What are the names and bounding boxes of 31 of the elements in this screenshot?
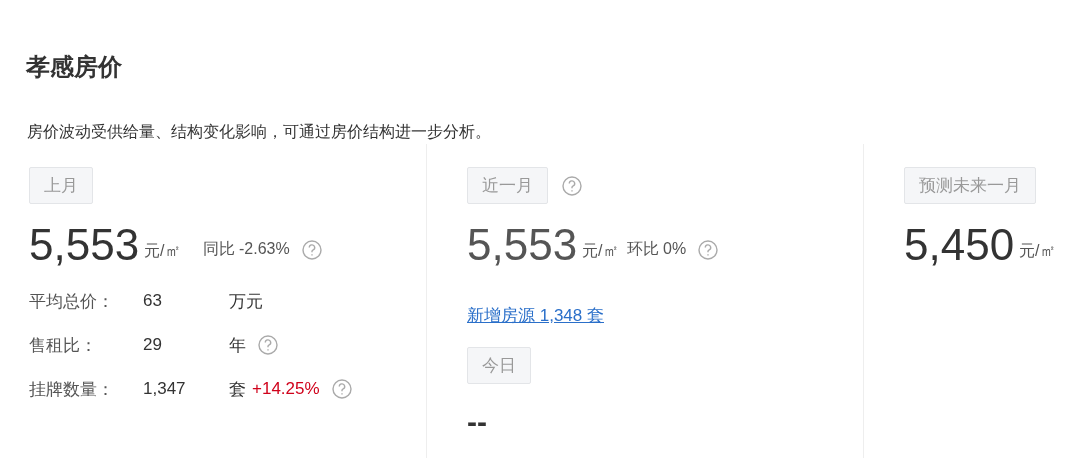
stat-value: 1,347 bbox=[143, 379, 187, 399]
stat-label: 售租比： bbox=[29, 334, 97, 357]
new-listings-link[interactable]: 新增房源 1,348 套 bbox=[467, 304, 604, 327]
trend-value: +14.25% bbox=[252, 379, 320, 399]
help-icon[interactable] bbox=[698, 240, 719, 260]
price-value: 5,450 bbox=[904, 220, 1015, 270]
period-tag[interactable]: 今日 bbox=[467, 347, 531, 384]
price-unit: 元/㎡ bbox=[582, 240, 619, 261]
stat-unit: 年 bbox=[229, 334, 246, 357]
stat-value: 63 bbox=[143, 291, 163, 311]
stat-label: 平均总价： bbox=[29, 290, 114, 313]
period-tag[interactable]: 近一月 bbox=[467, 167, 548, 204]
change-rate: 环比 0% bbox=[626, 239, 687, 259]
price-value: 5,553 bbox=[29, 220, 140, 270]
change-rate: 同比 -2.63% bbox=[202, 239, 290, 259]
description: 房价波动受供给量、结构变化影响，可通过房价结构进一步分析。 bbox=[27, 122, 491, 142]
help-icon[interactable] bbox=[331, 379, 352, 399]
today-value: -- bbox=[467, 404, 487, 440]
stat-value: 29 bbox=[143, 335, 163, 355]
page-title: 孝感房价 bbox=[26, 52, 122, 82]
stat-label: 挂牌数量： bbox=[29, 378, 114, 401]
price-value: 5,553 bbox=[467, 220, 578, 270]
help-icon[interactable] bbox=[258, 335, 278, 355]
stat-unit: 万元 bbox=[229, 290, 263, 313]
period-tag[interactable]: 预测未来一月 bbox=[904, 167, 1036, 204]
stat-unit: 套 bbox=[229, 378, 246, 401]
help-icon[interactable] bbox=[562, 175, 582, 196]
price-unit: 元/㎡ bbox=[1019, 240, 1056, 261]
price-unit: 元/㎡ bbox=[144, 240, 181, 261]
period-tag[interactable]: 上月 bbox=[29, 167, 93, 204]
help-icon[interactable] bbox=[301, 240, 322, 260]
